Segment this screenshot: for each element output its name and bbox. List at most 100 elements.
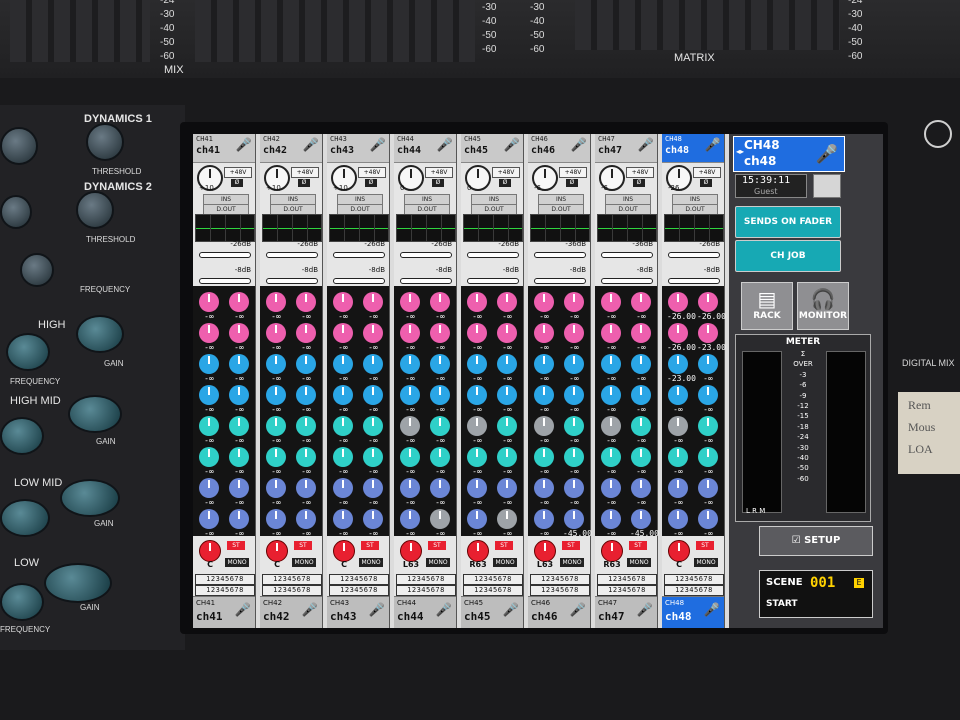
mono-assign-button[interactable]: MONO bbox=[627, 558, 651, 567]
mix-send-knob[interactable] bbox=[229, 385, 249, 405]
pan-knob[interactable] bbox=[199, 540, 221, 562]
mix-send-knob[interactable] bbox=[400, 292, 420, 312]
phase-button[interactable]: Ø bbox=[633, 179, 645, 187]
dynamics2-bar[interactable] bbox=[534, 278, 586, 284]
mix-send-knob[interactable] bbox=[430, 354, 450, 374]
mix-send-knob[interactable] bbox=[363, 385, 383, 405]
stereo-assign-button[interactable]: ST bbox=[696, 541, 714, 550]
mix-send-knob[interactable] bbox=[430, 323, 450, 343]
mix-send-knob[interactable] bbox=[698, 323, 718, 343]
channel-strip[interactable]: CH42 ch42 🎤 +10 +48V Ø INS D.OUT -26dB -8dB -∞ -∞ -∞… bbox=[260, 134, 323, 628]
pan-knob[interactable] bbox=[601, 540, 623, 562]
bus-assign-row[interactable]: 12345678 bbox=[463, 574, 523, 585]
mix-send-knob[interactable] bbox=[266, 509, 286, 529]
mix-send-knob[interactable] bbox=[199, 447, 219, 467]
left-knob-2[interactable] bbox=[0, 195, 32, 229]
left-knob-1[interactable] bbox=[0, 127, 38, 165]
dynamics2-bar[interactable] bbox=[601, 278, 653, 284]
channel-strip[interactable]: CH46 ch46 🎤 -6 +48V Ø INS D.OUT -36dB -8dB -∞ -∞ -∞ -… bbox=[528, 134, 592, 628]
phase-button[interactable]: Ø bbox=[700, 179, 712, 187]
dynamics2-bar[interactable] bbox=[467, 278, 519, 284]
eq-low-frequency-knob[interactable] bbox=[0, 583, 44, 621]
mix-send-knob[interactable] bbox=[564, 447, 584, 467]
eq-graph[interactable] bbox=[530, 214, 590, 242]
channel-footer[interactable]: CH45 ch45 🎤 bbox=[461, 596, 523, 628]
mix-send-knob[interactable] bbox=[266, 323, 286, 343]
dynamics1-bar[interactable] bbox=[400, 252, 452, 258]
mix-send-knob[interactable] bbox=[467, 509, 487, 529]
mix-send-knob[interactable] bbox=[229, 509, 249, 529]
phase-button[interactable]: Ø bbox=[298, 179, 310, 187]
mix-send-knob[interactable] bbox=[601, 416, 621, 436]
mix-send-knob[interactable] bbox=[534, 354, 554, 374]
mix-send-knob[interactable] bbox=[564, 354, 584, 374]
mix-send-knob[interactable] bbox=[296, 354, 316, 374]
monitor-button[interactable]: 🎧 MONITOR bbox=[797, 282, 849, 330]
phase-button[interactable]: Ø bbox=[499, 179, 511, 187]
bus-assign-row[interactable]: 12345678 bbox=[262, 585, 322, 596]
mix-send-knob[interactable] bbox=[631, 323, 651, 343]
stereo-assign-button[interactable]: ST bbox=[428, 541, 446, 550]
phantom-power-button[interactable]: +48V bbox=[492, 167, 520, 178]
mix-send-knob[interactable] bbox=[467, 385, 487, 405]
mix-send-knob[interactable] bbox=[564, 509, 584, 529]
channel-strip[interactable]: CH45 ch45 🎤 0 +48V Ø INS D.OUT -26dB -8dB -∞ -∞ -∞ -∞… bbox=[461, 134, 524, 628]
mix-send-knob[interactable] bbox=[199, 323, 219, 343]
mix-send-knob[interactable] bbox=[363, 478, 383, 498]
mix-send-knob[interactable] bbox=[199, 385, 219, 405]
mix-send-knob[interactable] bbox=[266, 478, 286, 498]
bus-assign-row[interactable]: 12345678 bbox=[195, 585, 255, 596]
bus-assign-row[interactable]: 12345678 bbox=[664, 574, 724, 585]
mix-send-knob[interactable] bbox=[564, 416, 584, 436]
channel-header[interactable]: CH46 ch46 🎤 bbox=[528, 134, 590, 163]
mix-send-knob[interactable] bbox=[668, 292, 688, 312]
ch-job-button[interactable]: CH JOB bbox=[735, 240, 841, 272]
mix-send-knob[interactable] bbox=[564, 385, 584, 405]
mix-send-knob[interactable] bbox=[698, 385, 718, 405]
mix-send-knob[interactable] bbox=[601, 292, 621, 312]
eq-low-gain-knob[interactable] bbox=[44, 563, 112, 603]
mix-send-knob[interactable] bbox=[631, 354, 651, 374]
mix-send-knob[interactable] bbox=[497, 292, 517, 312]
mix-send-knob[interactable] bbox=[229, 292, 249, 312]
eq-graph[interactable] bbox=[396, 214, 456, 242]
mix-send-knob[interactable] bbox=[601, 478, 621, 498]
mix-send-knob[interactable] bbox=[467, 292, 487, 312]
mix-send-knob[interactable] bbox=[296, 385, 316, 405]
channel-footer[interactable]: CH44 ch44 🎤 bbox=[394, 596, 456, 628]
mix-send-knob[interactable] bbox=[534, 292, 554, 312]
bus-assign-row[interactable]: 12345678 bbox=[396, 585, 456, 596]
mix-send-knob[interactable] bbox=[534, 478, 554, 498]
channel-header[interactable]: CH45 ch45 🎤 bbox=[461, 134, 523, 163]
bus-assign-row[interactable]: 12345678 bbox=[329, 574, 389, 585]
mix-send-knob[interactable] bbox=[601, 354, 621, 374]
dynamics2-threshold-knob[interactable] bbox=[76, 191, 114, 229]
pan-knob[interactable] bbox=[534, 540, 556, 562]
channel-header[interactable]: CH47 ch47 🎤 bbox=[595, 134, 657, 163]
mix-send-knob[interactable] bbox=[333, 416, 353, 436]
mix-send-knob[interactable] bbox=[467, 447, 487, 467]
mix-send-knob[interactable] bbox=[631, 447, 651, 467]
mix-send-knob[interactable] bbox=[333, 354, 353, 374]
hpf-frequency-knob[interactable] bbox=[20, 253, 54, 287]
selected-channel-box[interactable]: ◂▸ CH48 ch48 🎤 bbox=[733, 136, 845, 172]
mix-send-knob[interactable] bbox=[266, 292, 286, 312]
channel-header[interactable]: CH48 ch48 🎤 bbox=[662, 134, 724, 163]
mix-send-knob[interactable] bbox=[601, 385, 621, 405]
eq-graph[interactable] bbox=[463, 214, 523, 242]
bus-assign-row[interactable]: 12345678 bbox=[530, 585, 590, 596]
user-key-button[interactable] bbox=[813, 174, 841, 198]
channel-header[interactable]: CH43 ch43 🎤 bbox=[327, 134, 389, 163]
channel-strip[interactable]: CH47 ch47 🎤 -6 +48V Ø INS D.OUT -36dB -8dB -∞ -∞ -∞ -… bbox=[595, 134, 659, 628]
eq-high-gain-knob[interactable] bbox=[76, 315, 124, 353]
phantom-power-button[interactable]: +48V bbox=[693, 167, 721, 178]
mix-send-knob[interactable] bbox=[333, 292, 353, 312]
stereo-assign-button[interactable]: ST bbox=[495, 541, 513, 550]
mix-send-knob[interactable] bbox=[698, 416, 718, 436]
mix-send-knob[interactable] bbox=[698, 509, 718, 529]
channel-footer[interactable]: CH47 ch47 🎤 bbox=[595, 596, 657, 628]
channel-strip[interactable]: CH41 ch41 🎤 +10 +48V Ø INS D.OUT -26dB -8dB -∞ -∞ -∞… bbox=[193, 134, 256, 628]
mono-assign-button[interactable]: MONO bbox=[493, 558, 517, 567]
dynamics2-bar[interactable] bbox=[668, 278, 720, 284]
mix-send-knob[interactable] bbox=[363, 323, 383, 343]
